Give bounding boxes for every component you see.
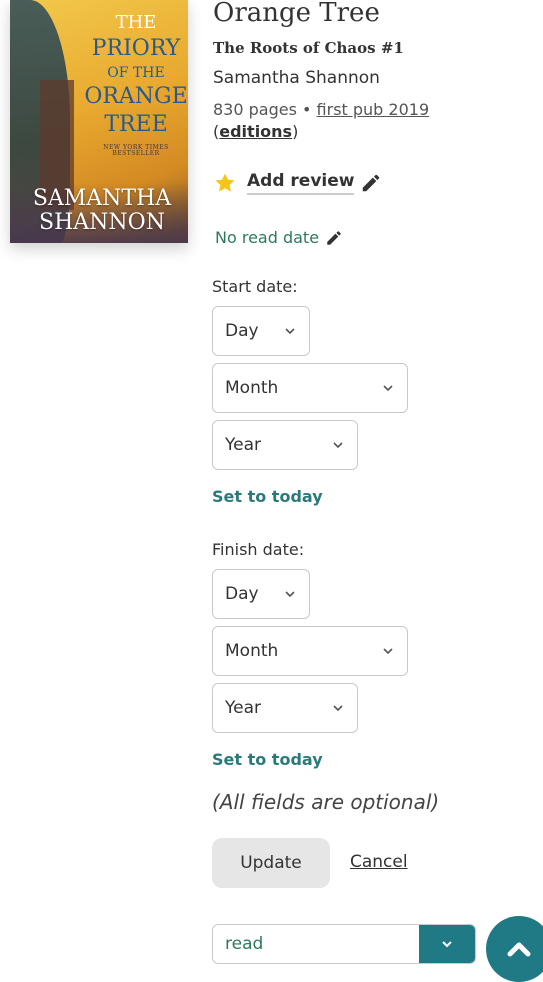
chevron-up-icon xyxy=(507,942,531,957)
start-set-today-link[interactable]: Set to today xyxy=(212,487,323,506)
optional-fields-note: (All fields are optional) xyxy=(212,790,440,814)
chevron-down-icon xyxy=(442,941,452,948)
shelf-dropdown-button[interactable] xyxy=(419,925,475,963)
editions-row: (editions) xyxy=(213,122,298,141)
start-year-value: Year xyxy=(225,435,261,455)
scroll-to-top-button[interactable] xyxy=(486,916,543,982)
add-review-row: Add review xyxy=(213,168,382,198)
update-button[interactable]: Update xyxy=(212,838,330,888)
start-day-value: Day xyxy=(225,321,259,341)
chevron-down-icon xyxy=(285,328,295,335)
star-icon[interactable] xyxy=(213,171,237,195)
editions-paren-close: ) xyxy=(292,122,299,141)
pencil-icon[interactable] xyxy=(360,172,382,194)
pencil-icon[interactable] xyxy=(325,229,343,247)
book-author[interactable]: Samantha Shannon xyxy=(213,68,380,88)
cover-title-line: ORANGE xyxy=(84,84,188,109)
chevron-down-icon xyxy=(333,442,343,449)
start-year-select[interactable]: Year xyxy=(212,420,358,470)
cover-title-line: OF THE xyxy=(107,65,165,81)
editions-link[interactable]: editions xyxy=(219,122,292,141)
shelf-value: read xyxy=(225,934,264,954)
book-series[interactable]: The Roots of Chaos #1 xyxy=(213,39,404,57)
cancel-link[interactable]: Cancel xyxy=(350,852,408,872)
cover-tagline: NEW YORK TIMES BESTSELLER xyxy=(103,144,169,157)
chevron-down-icon xyxy=(333,705,343,712)
book-cover[interactable]: THE PRIORY OF THE ORANGE TREE NEW YORK T… xyxy=(10,0,188,243)
start-month-value: Month xyxy=(225,378,279,398)
cover-author-line: SHANNON xyxy=(39,210,165,235)
start-day-select[interactable]: Day xyxy=(212,306,310,356)
finish-year-value: Year xyxy=(225,698,261,718)
page-count: 830 pages • xyxy=(213,100,317,119)
chevron-down-icon xyxy=(383,385,393,392)
start-date-label: Start date: xyxy=(212,277,298,296)
chevron-down-icon xyxy=(383,648,393,655)
cover-title-line: TREE xyxy=(104,112,168,137)
book-pages-info: 830 pages • first pub 2019 xyxy=(213,100,429,119)
cover-title-line: PRIORY xyxy=(91,36,181,61)
read-date-row[interactable]: No read date xyxy=(215,228,343,247)
cover-author-line: SAMANTHA xyxy=(32,186,172,211)
finish-set-today-link[interactable]: Set to today xyxy=(212,750,323,769)
no-read-date-label[interactable]: No read date xyxy=(215,228,319,247)
finish-day-select[interactable]: Day xyxy=(212,569,310,619)
cover-title-line: THE xyxy=(115,12,157,33)
finish-day-value: Day xyxy=(225,584,259,604)
add-review-link[interactable]: Add review xyxy=(247,171,355,195)
chevron-down-icon xyxy=(285,591,295,598)
finish-year-select[interactable]: Year xyxy=(212,683,358,733)
finish-date-label: Finish date: xyxy=(212,540,305,559)
finish-month-value: Month xyxy=(225,641,279,661)
start-month-select[interactable]: Month xyxy=(212,363,408,413)
first-pub-link[interactable]: first pub 2019 xyxy=(317,100,430,119)
book-title[interactable]: Orange Tree xyxy=(213,0,380,28)
shelf-select[interactable]: read xyxy=(212,924,476,964)
finish-month-select[interactable]: Month xyxy=(212,626,408,676)
